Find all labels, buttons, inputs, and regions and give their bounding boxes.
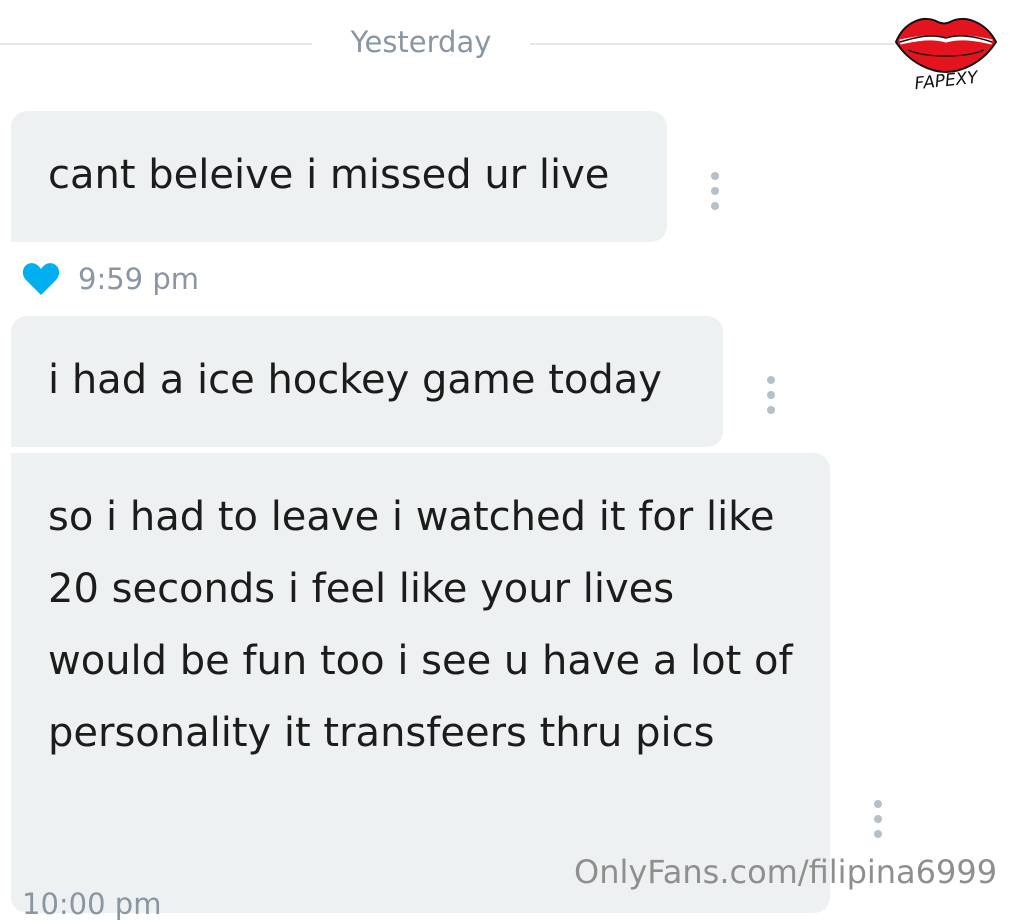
message-text: i had a ice hockey game today (48, 357, 662, 403)
message-time: 9:59 pm (78, 262, 199, 296)
message-text: so i had to leave i watched it for like … (48, 494, 793, 756)
message-bubble[interactable]: cant beleive i missed ur live (11, 111, 667, 242)
date-divider-line-left (0, 43, 312, 45)
message-text: cant beleive i missed ur live (48, 152, 610, 198)
message-time: 10:00 pm (22, 887, 162, 921)
message-bubble[interactable]: i had a ice hockey game today (11, 316, 723, 447)
lips-icon: FAPEXY (894, 17, 998, 94)
more-vertical-icon[interactable] (765, 376, 777, 414)
more-vertical-icon[interactable] (872, 800, 884, 838)
date-divider-label: Yesterday (350, 25, 492, 59)
message-meta: 9:59 pm (22, 254, 199, 304)
watermark-url: OnlyFans.com/filipina6999 (574, 853, 998, 891)
date-divider-line-right (530, 43, 898, 45)
message-bubble[interactable]: so i had to leave i watched it for like … (11, 453, 830, 913)
more-vertical-icon[interactable] (709, 172, 721, 210)
svg-text:FAPEXY: FAPEXY (914, 68, 981, 90)
fapexy-logo: FAPEXY (890, 6, 1002, 94)
heart-icon[interactable] (22, 261, 60, 297)
